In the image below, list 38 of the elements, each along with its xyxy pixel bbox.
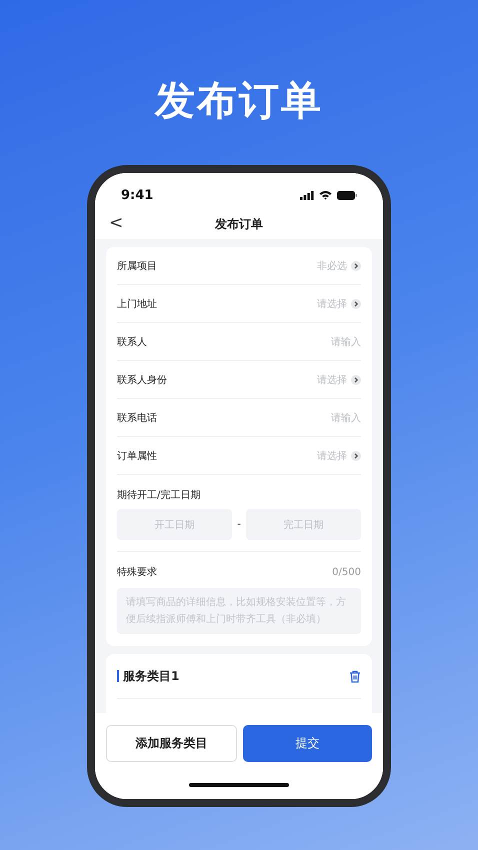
section-label: 期待开工/完工日期: [117, 488, 202, 502]
section-label: 特殊要求: [117, 566, 157, 579]
wifi-icon: [319, 190, 332, 200]
back-button[interactable]: <: [105, 213, 128, 233]
character-counter: 0/500: [332, 566, 361, 578]
field-placeholder: 请选择: [317, 374, 347, 386]
form-row[interactable]: 联系人 请输入: [117, 323, 361, 361]
chevron-right-icon: [351, 260, 361, 270]
form-row[interactable]: 订单属性 请选择: [117, 437, 361, 475]
headline: 发布订单: [155, 77, 323, 126]
status-time: 9:41: [121, 188, 154, 202]
form-row[interactable]: 联系人身份 请选择: [117, 361, 361, 399]
accent-bar: [117, 670, 119, 682]
chevron-right-icon: [351, 298, 361, 308]
form-row[interactable]: 上门地址 请选择: [117, 285, 361, 323]
field-label: 联系人身份: [117, 374, 167, 386]
chevron-right-icon: [351, 374, 361, 384]
field-label: 联系人: [117, 336, 147, 348]
add-button[interactable]: 添加服务类目: [106, 725, 237, 762]
battery-icon: [337, 190, 357, 200]
field-placeholder: 请输入: [331, 336, 361, 348]
page-title: 发布订单: [215, 216, 263, 232]
field-label: 订单属性: [117, 450, 157, 462]
range-separator: -: [237, 519, 241, 530]
section-title: 服务类目1: [123, 668, 180, 684]
field-label: 上门地址: [117, 298, 157, 310]
submit-button[interactable]: 提交: [243, 725, 372, 762]
signal-icon: [300, 190, 314, 200]
chevron-right-icon: [351, 450, 361, 460]
form-row[interactable]: 所属项目 非必选: [117, 247, 361, 285]
field-placeholder: 请输入: [331, 412, 361, 424]
form-row[interactable]: 联系电话 请输入: [117, 399, 361, 437]
field-label: 联系电话: [117, 412, 157, 424]
field-placeholder: 非必选: [317, 260, 347, 272]
field-placeholder: 请选择: [317, 298, 347, 310]
field-label: 所属项目: [117, 260, 157, 272]
trash-icon[interactable]: [349, 670, 361, 682]
field-placeholder: 请选择: [317, 450, 347, 462]
